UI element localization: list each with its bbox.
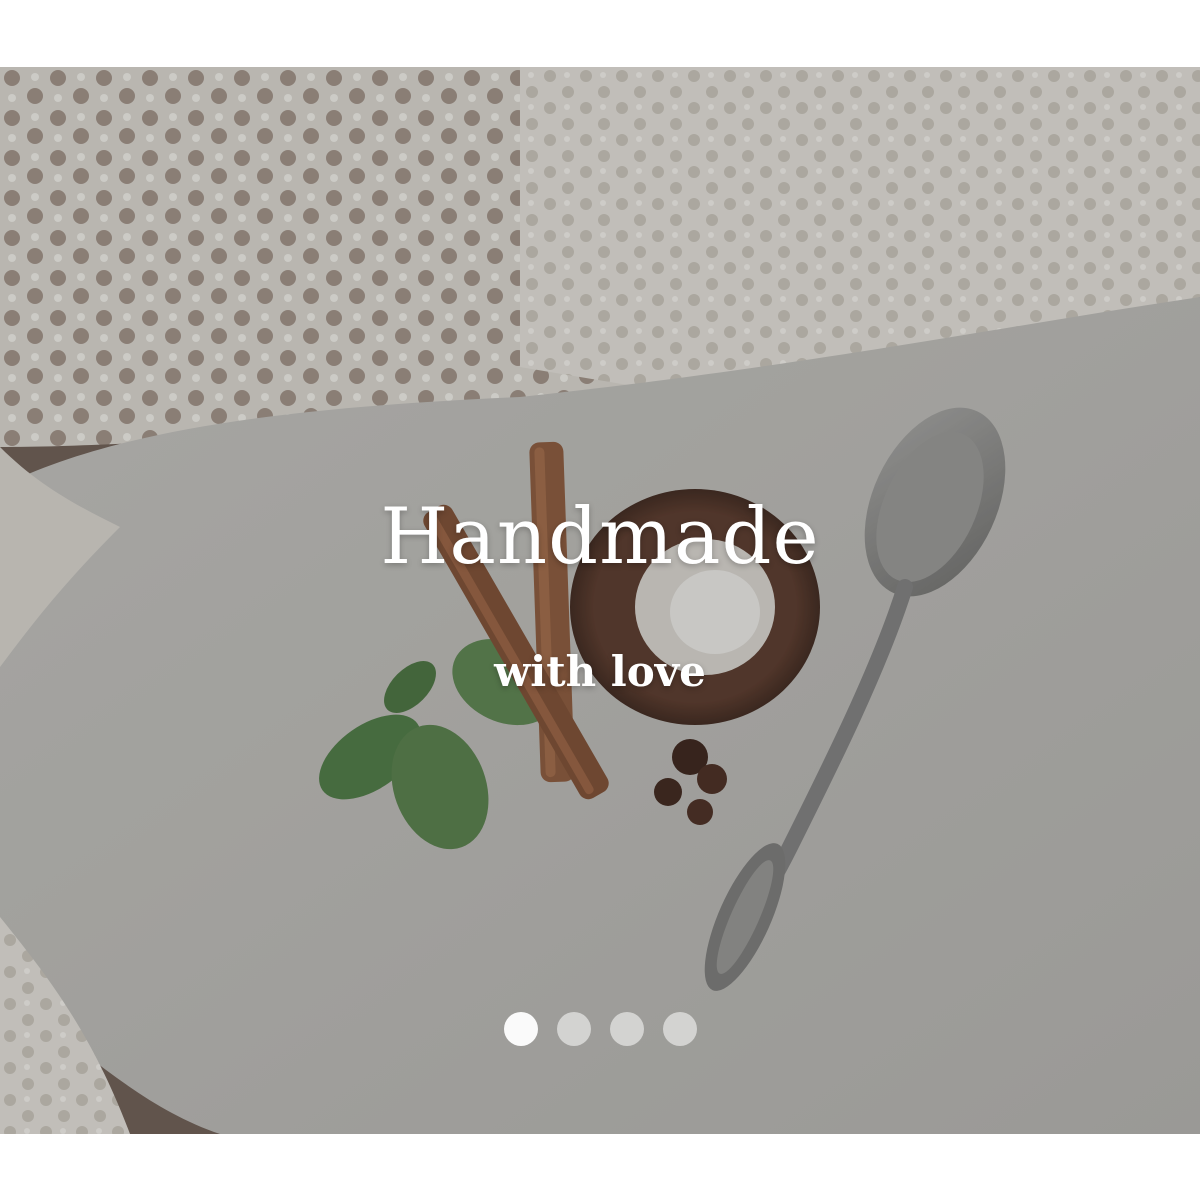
carousel-dot-2[interactable] (556, 1012, 591, 1046)
hero-title: Handmade (380, 492, 820, 582)
carousel-dot-1[interactable] (503, 1012, 538, 1046)
hero-subtitle: with love (494, 647, 706, 696)
hero-slider: Handmade with love (0, 67, 1200, 1134)
carousel-dot-4[interactable] (662, 1012, 697, 1046)
page: Handmade with love (0, 0, 1200, 1200)
carousel-dot-3[interactable] (609, 1012, 644, 1046)
hero-overlay (0, 67, 1200, 1134)
carousel-pagination (0, 1012, 1200, 1046)
